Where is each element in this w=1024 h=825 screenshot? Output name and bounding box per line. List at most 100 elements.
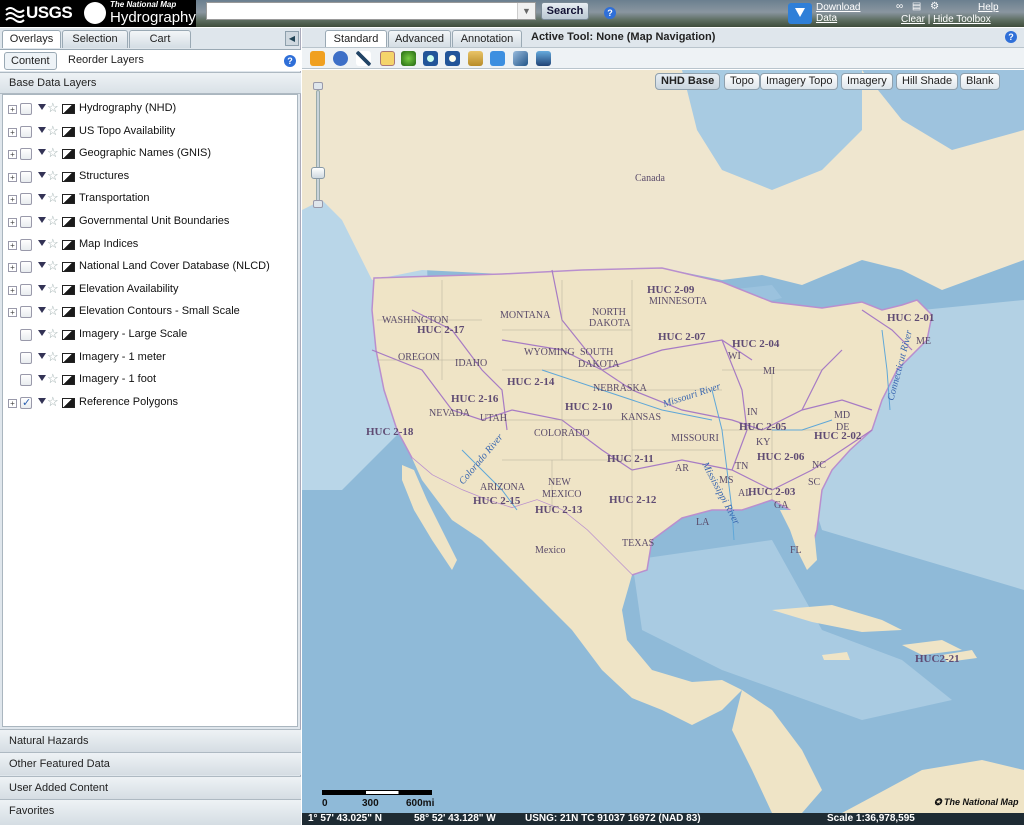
- layer-checkbox[interactable]: [20, 261, 32, 274]
- accordion-other-featured-data[interactable]: Other Featured Data: [0, 752, 301, 775]
- expand-icon[interactable]: +: [8, 127, 17, 137]
- layer-checkbox[interactable]: [20, 351, 32, 364]
- expand-icon[interactable]: +: [8, 195, 17, 205]
- tab-selection[interactable]: Selection: [62, 30, 128, 48]
- layer-row[interactable]: + ☆ National Land Cover Database (NLCD): [3, 257, 297, 277]
- layer-row[interactable]: ☆ Imagery - 1 meter: [3, 348, 297, 368]
- favorite-star-icon[interactable]: ☆: [47, 100, 59, 116]
- zoom-rail[interactable]: [316, 90, 320, 202]
- layer-options-icon[interactable]: [38, 330, 46, 336]
- zoom-slider-handle[interactable]: [311, 167, 325, 179]
- layer-options-icon[interactable]: [38, 217, 46, 223]
- zoom-slider[interactable]: [311, 82, 325, 210]
- toolbox-help-icon[interactable]: ?: [1005, 31, 1017, 43]
- layer-options-icon[interactable]: [38, 352, 46, 359]
- info-icon[interactable]: [333, 51, 348, 66]
- expand-icon[interactable]: +: [8, 240, 17, 250]
- panel-help-icon[interactable]: ?: [284, 55, 296, 67]
- search-input[interactable]: ▼: [206, 2, 536, 20]
- tab-overlays[interactable]: Overlays: [2, 30, 61, 48]
- layer-options-icon[interactable]: [38, 171, 46, 178]
- layer-row[interactable]: + ☆ Structures: [3, 167, 297, 187]
- layer-row[interactable]: + ☆ Map Indices: [3, 235, 297, 255]
- layer-row[interactable]: + ☆ Transportation: [3, 189, 297, 209]
- layer-options-icon[interactable]: [38, 307, 46, 314]
- layer-checkbox[interactable]: [20, 238, 32, 251]
- expand-icon[interactable]: +: [8, 150, 17, 160]
- zoom-out-button[interactable]: [313, 200, 323, 208]
- map-canvas[interactable]: Canada Mexico WASHINGTON OREGON IDAHO MO…: [302, 70, 1024, 813]
- expand-icon[interactable]: +: [8, 105, 17, 114]
- favorite-star-icon[interactable]: ☆: [47, 213, 59, 229]
- favorite-star-icon[interactable]: ☆: [47, 349, 59, 365]
- favorite-star-icon[interactable]: ☆: [47, 123, 59, 139]
- download-icon[interactable]: [788, 3, 812, 24]
- search-button[interactable]: Search: [541, 2, 589, 20]
- tab-cart[interactable]: Cart: [129, 30, 191, 48]
- accordion-user-added-content[interactable]: User Added Content: [0, 776, 301, 799]
- favorite-star-icon[interactable]: ☆: [47, 145, 59, 161]
- favorite-star-icon[interactable]: ☆: [47, 168, 59, 184]
- layer-options-icon[interactable]: [38, 375, 46, 382]
- layer-options-icon[interactable]: [38, 239, 46, 246]
- layer-checkbox[interactable]: [20, 329, 32, 341]
- settings-icon[interactable]: ⚙: [930, 1, 939, 12]
- layer-checkbox[interactable]: [20, 374, 32, 387]
- search-help-icon[interactable]: ?: [604, 7, 616, 19]
- expand-icon[interactable]: +: [8, 285, 17, 295]
- link-icon[interactable]: ∞: [896, 1, 903, 12]
- accordion-natural-hazards[interactable]: Natural Hazards: [0, 729, 301, 752]
- accordion-favorites[interactable]: Favorites: [0, 799, 301, 825]
- layer-checkbox[interactable]: [20, 148, 32, 161]
- measure-icon[interactable]: [356, 51, 371, 66]
- favorite-star-icon[interactable]: ☆: [47, 394, 59, 410]
- tab-advanced[interactable]: Advanced: [388, 30, 451, 47]
- print-map-icon[interactable]: [513, 51, 528, 66]
- layer-options-icon[interactable]: [38, 194, 46, 201]
- help-link[interactable]: Help: [978, 2, 999, 13]
- download-data-link[interactable]: Download Data: [816, 2, 870, 24]
- zoom-in-button[interactable]: [313, 82, 323, 90]
- layer-options-icon[interactable]: [38, 397, 46, 404]
- layer-checkbox[interactable]: [20, 216, 32, 228]
- favorite-star-icon[interactable]: ☆: [47, 236, 59, 252]
- full-extent-globe-icon[interactable]: [401, 51, 416, 66]
- favorite-star-icon[interactable]: ☆: [47, 281, 59, 297]
- basemap-button[interactable]: Topo: [724, 73, 760, 90]
- zoom-in-icon[interactable]: [423, 51, 438, 66]
- tab-annotation[interactable]: Annotation: [452, 30, 522, 47]
- layer-options-icon[interactable]: [38, 149, 46, 156]
- basemap-button[interactable]: Blank: [960, 73, 1000, 90]
- layer-row[interactable]: + ☆ Geographic Names (GNIS): [3, 144, 297, 164]
- tab-standard[interactable]: Standard: [325, 30, 387, 47]
- layer-row[interactable]: + ☆ Hydrography (NHD): [3, 99, 297, 119]
- layer-checkbox[interactable]: [20, 306, 32, 319]
- layer-checkbox[interactable]: [20, 103, 32, 115]
- base-data-layers-header[interactable]: Base Data Layers: [0, 72, 301, 94]
- favorite-star-icon[interactable]: ☆: [47, 303, 59, 319]
- collapse-panel-button[interactable]: ◀: [285, 31, 299, 46]
- expand-icon[interactable]: +: [8, 398, 17, 408]
- layer-row[interactable]: + ☆ Reference Polygons: [3, 393, 297, 413]
- export-icon[interactable]: [536, 51, 551, 66]
- layer-row[interactable]: ☆ Imagery - Large Scale: [3, 325, 297, 345]
- layer-checkbox[interactable]: [20, 125, 32, 138]
- next-extent-icon[interactable]: [490, 51, 505, 66]
- hide-toolbox-link[interactable]: Hide Toolbox: [933, 14, 991, 25]
- tab-content[interactable]: Content: [4, 52, 57, 70]
- clear-link[interactable]: Clear: [901, 14, 925, 25]
- layer-row[interactable]: ☆ Imagery - 1 foot: [3, 370, 297, 390]
- layer-row[interactable]: + ☆ Governmental Unit Boundaries: [3, 212, 297, 232]
- expand-icon[interactable]: +: [8, 263, 17, 273]
- pan-hand-icon[interactable]: [310, 51, 325, 66]
- favorite-star-icon[interactable]: ☆: [47, 371, 59, 387]
- favorite-star-icon[interactable]: ☆: [47, 258, 59, 274]
- layer-checkbox[interactable]: [20, 193, 32, 206]
- basemap-button[interactable]: NHD Base: [655, 73, 721, 90]
- layers-icon[interactable]: [468, 51, 483, 66]
- layer-checkbox[interactable]: [20, 396, 32, 409]
- tab-reorder-layers[interactable]: Reorder Layers: [62, 52, 150, 70]
- layer-checkbox[interactable]: [20, 170, 32, 183]
- layer-row[interactable]: + ☆ Elevation Availability: [3, 280, 297, 300]
- basemap-button[interactable]: Imagery: [841, 73, 893, 90]
